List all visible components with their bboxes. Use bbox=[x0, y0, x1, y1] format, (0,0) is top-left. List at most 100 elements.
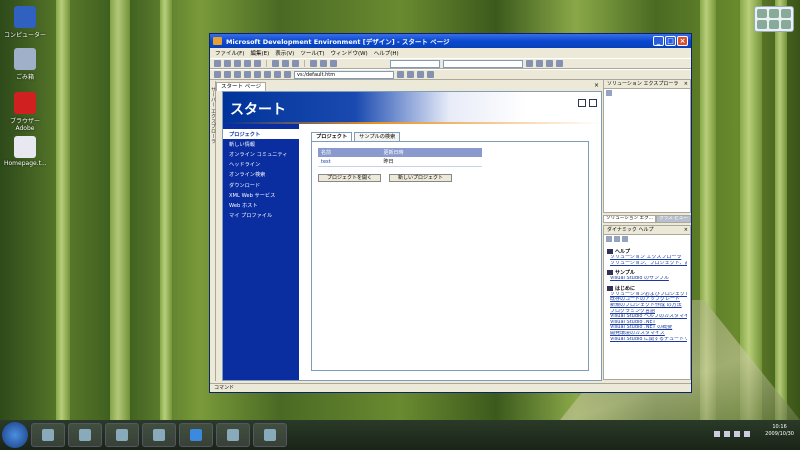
help-link[interactable]: Visual Studio のサンプル bbox=[607, 276, 687, 282]
properties-icon[interactable] bbox=[606, 90, 612, 96]
redo-icon[interactable] bbox=[320, 60, 327, 67]
arrow-icon[interactable] bbox=[714, 431, 720, 437]
open-icon[interactable] bbox=[234, 60, 241, 67]
network-icon[interactable] bbox=[724, 431, 730, 437]
nav-item[interactable]: オンライン コミュニティ bbox=[223, 149, 299, 159]
nav-item[interactable]: 新しい情報 bbox=[223, 139, 299, 149]
tab-find-samples[interactable]: サンプルの検索 bbox=[354, 132, 401, 141]
help-section-title: サンプル bbox=[615, 270, 635, 277]
desktop-icon[interactable]: ブラウザー Adobe bbox=[4, 92, 46, 132]
solution-tabs: ソリューション エク... クラス ビュー bbox=[603, 215, 691, 223]
go-icon[interactable] bbox=[397, 71, 404, 78]
config-combo[interactable] bbox=[390, 59, 440, 68]
back-icon[interactable] bbox=[214, 71, 221, 78]
taskbar-app[interactable] bbox=[105, 423, 139, 447]
menu-view[interactable]: 表示(V) bbox=[275, 49, 294, 57]
app-icon bbox=[153, 429, 165, 441]
clock[interactable]: 10:16 2009/10/30 bbox=[765, 424, 794, 438]
forward-icon[interactable] bbox=[224, 71, 231, 78]
search-icon[interactable] bbox=[264, 71, 271, 78]
url-input[interactable]: vs:/default.htm bbox=[294, 70, 394, 79]
tab-class-view[interactable]: クラス ビュー bbox=[656, 215, 691, 223]
new-project-icon[interactable] bbox=[214, 60, 221, 67]
find-icon[interactable] bbox=[526, 60, 533, 67]
clock-time: 10:16 bbox=[772, 424, 787, 430]
volume-icon[interactable] bbox=[734, 431, 740, 437]
refresh-icon[interactable] bbox=[244, 71, 251, 78]
start-button[interactable] bbox=[2, 422, 28, 448]
app-icon bbox=[264, 429, 276, 441]
open-project-button[interactable]: プロジェクトを開く bbox=[318, 174, 382, 182]
nav-item[interactable]: ダウンロード bbox=[223, 180, 299, 190]
menu-help[interactable]: ヘルプ(H) bbox=[374, 49, 399, 57]
start-debug-icon[interactable] bbox=[330, 60, 337, 67]
taskbar-media[interactable] bbox=[216, 423, 250, 447]
title-bar[interactable]: Microsoft Development Environment [デザイン]… bbox=[210, 34, 691, 48]
font-size-icon[interactable] bbox=[407, 71, 414, 78]
copy-icon[interactable] bbox=[282, 60, 289, 67]
list-view-icon[interactable] bbox=[589, 99, 597, 107]
close-panel-icon[interactable]: × bbox=[684, 226, 688, 234]
stop-icon[interactable] bbox=[234, 71, 241, 78]
nav-item[interactable]: XML Web サービス bbox=[223, 190, 299, 200]
undo-icon[interactable] bbox=[310, 60, 317, 67]
home-icon[interactable] bbox=[254, 71, 261, 78]
index-icon[interactable] bbox=[614, 236, 620, 242]
favorites-icon[interactable] bbox=[274, 71, 281, 78]
nav-item[interactable]: マイ プロファイル bbox=[223, 211, 299, 221]
toolbar-separator bbox=[304, 60, 305, 67]
server-explorer-strip[interactable]: サーバー エクスプローラ bbox=[210, 81, 216, 381]
add-item-icon[interactable] bbox=[224, 60, 231, 67]
toolbox-icon[interactable] bbox=[556, 60, 563, 67]
table-row[interactable]: test 昨日 bbox=[318, 157, 482, 167]
help-link[interactable]: Visual Studio に関するチュートリアル bbox=[607, 337, 687, 343]
tab-solution-explorer[interactable]: ソリューション エク... bbox=[603, 215, 657, 223]
help-section-heading: サンプル bbox=[607, 269, 687, 276]
toolbar-separator bbox=[266, 60, 267, 67]
save-all-icon[interactable] bbox=[254, 60, 261, 67]
taskbar-ie[interactable] bbox=[179, 423, 213, 447]
nav-item[interactable]: Web ホスト bbox=[223, 200, 299, 210]
tab-start-page[interactable]: スタート ページ bbox=[216, 81, 267, 91]
solution-explorer-icon[interactable] bbox=[536, 60, 543, 67]
desktop-icon[interactable]: コンピューター bbox=[4, 6, 46, 39]
sync-icon[interactable] bbox=[417, 71, 424, 78]
save-icon[interactable] bbox=[244, 60, 251, 67]
menu-edit[interactable]: 編集(E) bbox=[250, 49, 269, 57]
nav-item[interactable]: オンライン検索 bbox=[223, 170, 299, 180]
taskbar-app[interactable] bbox=[253, 423, 287, 447]
taskbar-app[interactable] bbox=[68, 423, 102, 447]
maximize-button[interactable]: □ bbox=[665, 36, 676, 46]
paste-icon[interactable] bbox=[292, 60, 299, 67]
desktop-icon[interactable]: Homepage.t... bbox=[4, 136, 47, 167]
nav-item[interactable]: プロジェクト bbox=[223, 129, 299, 140]
tile-view-icon[interactable] bbox=[578, 99, 586, 107]
close-tab-icon[interactable]: × bbox=[594, 82, 599, 89]
hide-icon[interactable] bbox=[427, 71, 434, 78]
menu-file[interactable]: ファイル(F) bbox=[215, 49, 244, 57]
book-icon bbox=[607, 285, 613, 291]
search-icon[interactable] bbox=[622, 236, 628, 242]
desktop-icon-glyph bbox=[14, 136, 36, 158]
new-project-button[interactable]: 新しいプロジェクト bbox=[389, 174, 453, 182]
desktop-icon[interactable]: ごみ箱 bbox=[4, 48, 46, 81]
desktop-gadget[interactable] bbox=[754, 6, 794, 32]
menu-window[interactable]: ウィンドウ(W) bbox=[330, 49, 367, 57]
contents-icon[interactable] bbox=[606, 236, 612, 242]
project-name-link[interactable]: test bbox=[318, 157, 381, 167]
server-explorer-label: サーバー エクスプローラ bbox=[210, 87, 216, 144]
close-button[interactable]: × bbox=[677, 36, 688, 46]
find-combo[interactable] bbox=[443, 59, 523, 68]
cut-icon[interactable] bbox=[272, 60, 279, 67]
taskbar-app[interactable] bbox=[142, 423, 176, 447]
nav-item[interactable]: ヘッドライン bbox=[223, 160, 299, 170]
help-link[interactable]: ソリューション、プロジェクト、およびファイル bbox=[607, 261, 687, 267]
flag-icon[interactable] bbox=[744, 431, 750, 437]
tab-projects[interactable]: プロジェクト bbox=[311, 132, 353, 141]
help-section-heading: はじめに bbox=[607, 285, 687, 292]
menu-tools[interactable]: ツール(T) bbox=[300, 49, 324, 57]
taskbar-explorer[interactable] bbox=[31, 423, 65, 447]
properties-icon[interactable] bbox=[546, 60, 553, 67]
close-panel-icon[interactable]: × bbox=[684, 80, 688, 88]
minimize-button[interactable]: _ bbox=[653, 36, 664, 46]
